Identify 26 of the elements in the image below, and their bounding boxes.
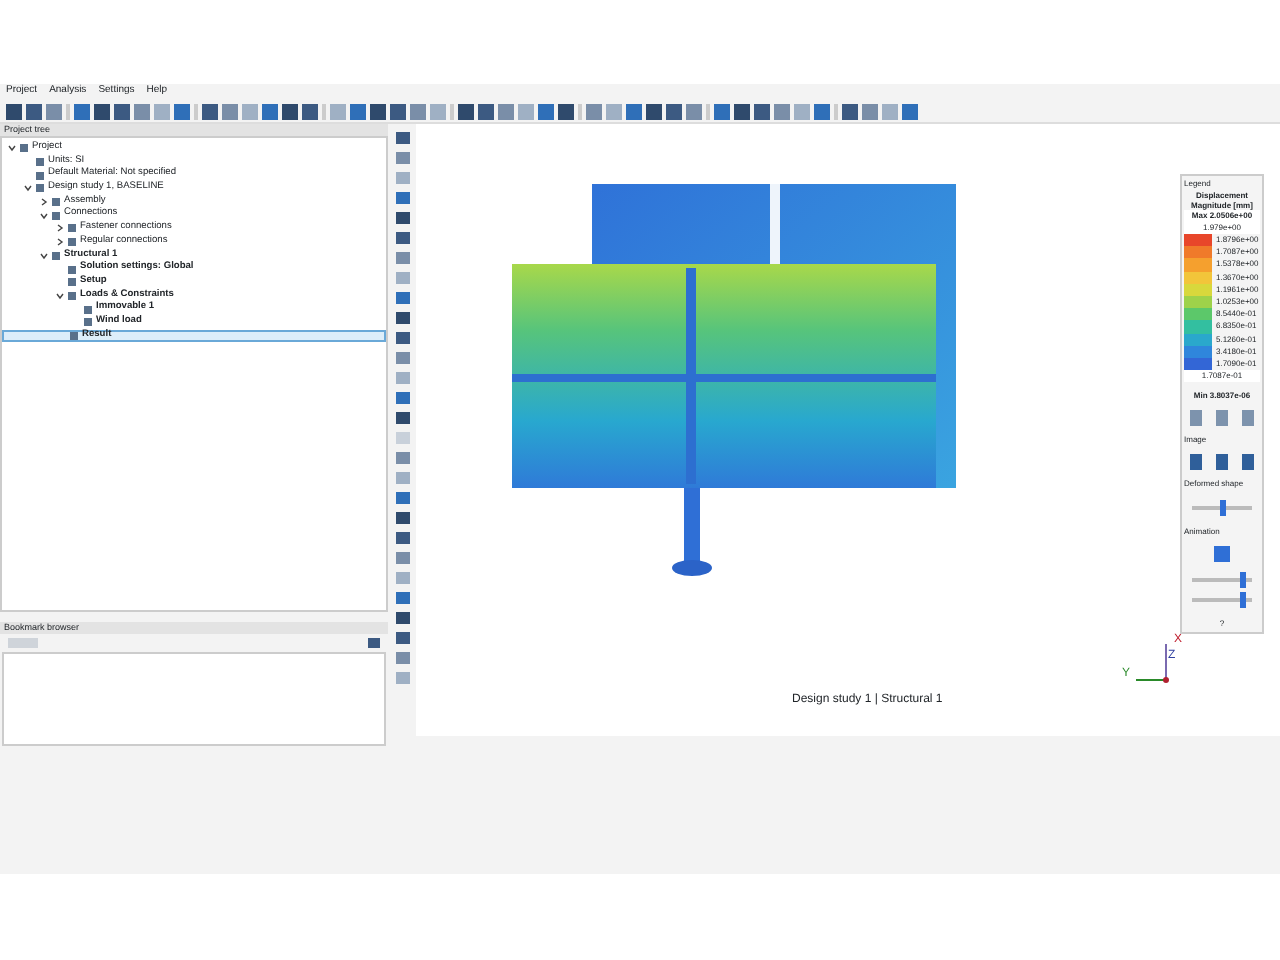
chevron-right-icon[interactable]: [40, 198, 48, 207]
slider-thumb[interactable]: [1219, 500, 1225, 517]
node-icon: [68, 224, 76, 233]
play-toggle[interactable]: [1214, 546, 1230, 563]
chevron-down-icon[interactable]: [56, 291, 64, 300]
viewport[interactable]: [416, 124, 1280, 736]
node-icon: [36, 171, 44, 180]
node-icon: [84, 318, 92, 327]
node-icon: [52, 211, 60, 220]
chevron-down-icon[interactable]: [8, 144, 16, 153]
chevron-down-icon[interactable]: [24, 184, 32, 193]
node-icon: [84, 305, 92, 314]
node-icon: [70, 331, 78, 340]
chevron-down-icon[interactable]: [40, 251, 48, 260]
node-icon: [68, 265, 76, 274]
slider-thumb[interactable]: [1240, 572, 1246, 589]
node-icon: [68, 278, 76, 287]
node-icon: [52, 251, 60, 260]
node-icon: [36, 184, 44, 193]
node-icon: [52, 198, 60, 207]
node-icon: [68, 238, 76, 247]
node-icon: [68, 291, 76, 300]
node-icon: [36, 158, 44, 167]
node-icon: [20, 144, 28, 153]
chevron-down-icon[interactable]: [40, 211, 48, 220]
slider-thumb[interactable]: [1240, 592, 1246, 609]
